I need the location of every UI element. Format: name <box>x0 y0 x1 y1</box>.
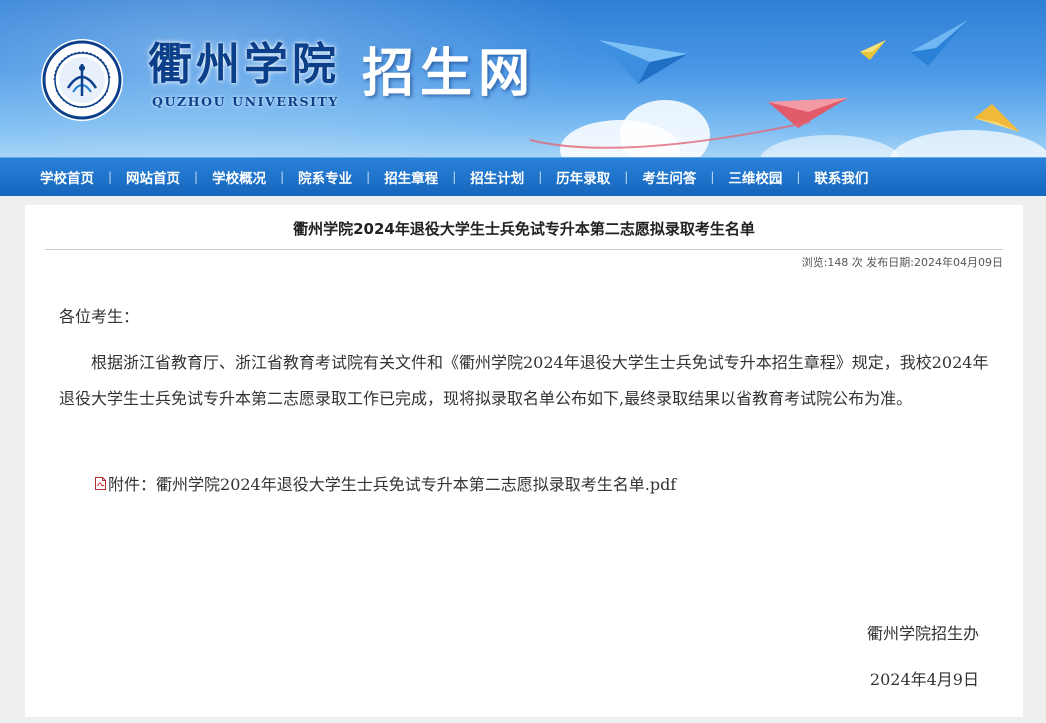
nav-item-wrapper: 三维校园 <box>714 167 796 187</box>
pdf-file-icon <box>95 476 106 490</box>
nav-list: 学校首页 | 网站首页 | 学校概况 | 院系专业 | 招生章程 | 招生计划 | 历年录取 | 考生问答 |… <box>0 158 1046 196</box>
nav-item-wrapper: 历年录取 <box>542 167 624 187</box>
nav-item[interactable]: 网站首页 <box>112 167 194 187</box>
nav-item-wrapper: 网站首页 <box>112 167 194 187</box>
greeting: 各位考生： <box>59 307 140 326</box>
attachment-prefix: 附件： <box>108 475 157 494</box>
signature-org: 衢州学院招生办 <box>866 624 979 643</box>
article-meta: 浏览:148 次 发布日期:2024年04月09日 <box>801 256 1003 269</box>
nav-item-wrapper: 考生问答 <box>628 167 710 187</box>
nav-item[interactable]: 历年录取 <box>542 167 624 187</box>
nav-item-wrapper: 学校首页 <box>26 167 108 187</box>
nav-item[interactable]: 考生问答 <box>628 167 710 187</box>
nav-item[interactable]: 招生计划 <box>456 167 538 187</box>
cloud <box>890 130 1046 160</box>
attachment-link[interactable]: 衢州学院2024年退役大学生士兵免试专升本第二志愿拟录取考生名单.pdf <box>156 471 676 495</box>
nav-item[interactable]: 招生章程 <box>370 167 452 187</box>
header-banner: 衢州学院 QUZHOU UNIVERSITY 招生网 <box>0 0 1046 160</box>
paper-plane-icon <box>974 104 1020 132</box>
signature: 衢州学院招生办 2024年4月9日 <box>867 611 979 703</box>
flight-trail <box>529 121 811 149</box>
signature-date: 2024年4月9日 <box>869 670 979 689</box>
school-name: 衢州学院 <box>148 39 340 90</box>
article-title: 衢州学院2024年退役大学生士兵免试专升本第二志愿拟录取考生名单 <box>293 220 755 238</box>
university-seal-icon <box>41 39 123 121</box>
site-title: 招生网 <box>362 44 537 104</box>
nav-item[interactable]: 院系专业 <box>284 167 366 187</box>
nav-item-wrapper: 联系我们 <box>800 167 882 187</box>
nav-item-wrapper: 学校概况 <box>198 167 280 187</box>
paper-plane-icon <box>598 40 688 84</box>
nav-item[interactable]: 学校首页 <box>26 167 108 187</box>
main-nav: 学校首页 | 网站首页 | 学校概况 | 院系专业 | 招生章程 | 招生计划 | 历年录取 | 考生问答 |… <box>0 157 1046 196</box>
nav-item[interactable]: 学校概况 <box>198 167 280 187</box>
paper-plane-icon <box>860 40 886 60</box>
title-divider <box>45 249 1003 250</box>
paper-plane-icon <box>910 20 968 66</box>
article-panel: 衢州学院2024年退役大学生士兵免试专升本第二志愿拟录取考生名单 浏览:148 … <box>25 205 1023 717</box>
nav-item-wrapper: 招生章程 <box>370 167 452 187</box>
school-name-en: QUZHOU UNIVERSITY <box>152 94 339 109</box>
nav-item[interactable]: 三维校园 <box>714 167 796 187</box>
nav-item[interactable]: 联系我们 <box>800 167 882 187</box>
attachment: 附件： 衢州学院2024年退役大学生士兵免试专升本第二志愿拟录取考生名单.pdf <box>95 471 676 495</box>
nav-item-wrapper: 院系专业 <box>284 167 366 187</box>
article-body: 各位考生： 根据浙江省教育厅、浙江省教育考试院有关文件和《衢州学院2024年退役… <box>59 299 989 417</box>
nav-item-wrapper: 招生计划 <box>456 167 538 187</box>
article-paragraph: 根据浙江省教育厅、浙江省教育考试院有关文件和《衢州学院2024年退役大学生士兵免… <box>59 353 989 408</box>
